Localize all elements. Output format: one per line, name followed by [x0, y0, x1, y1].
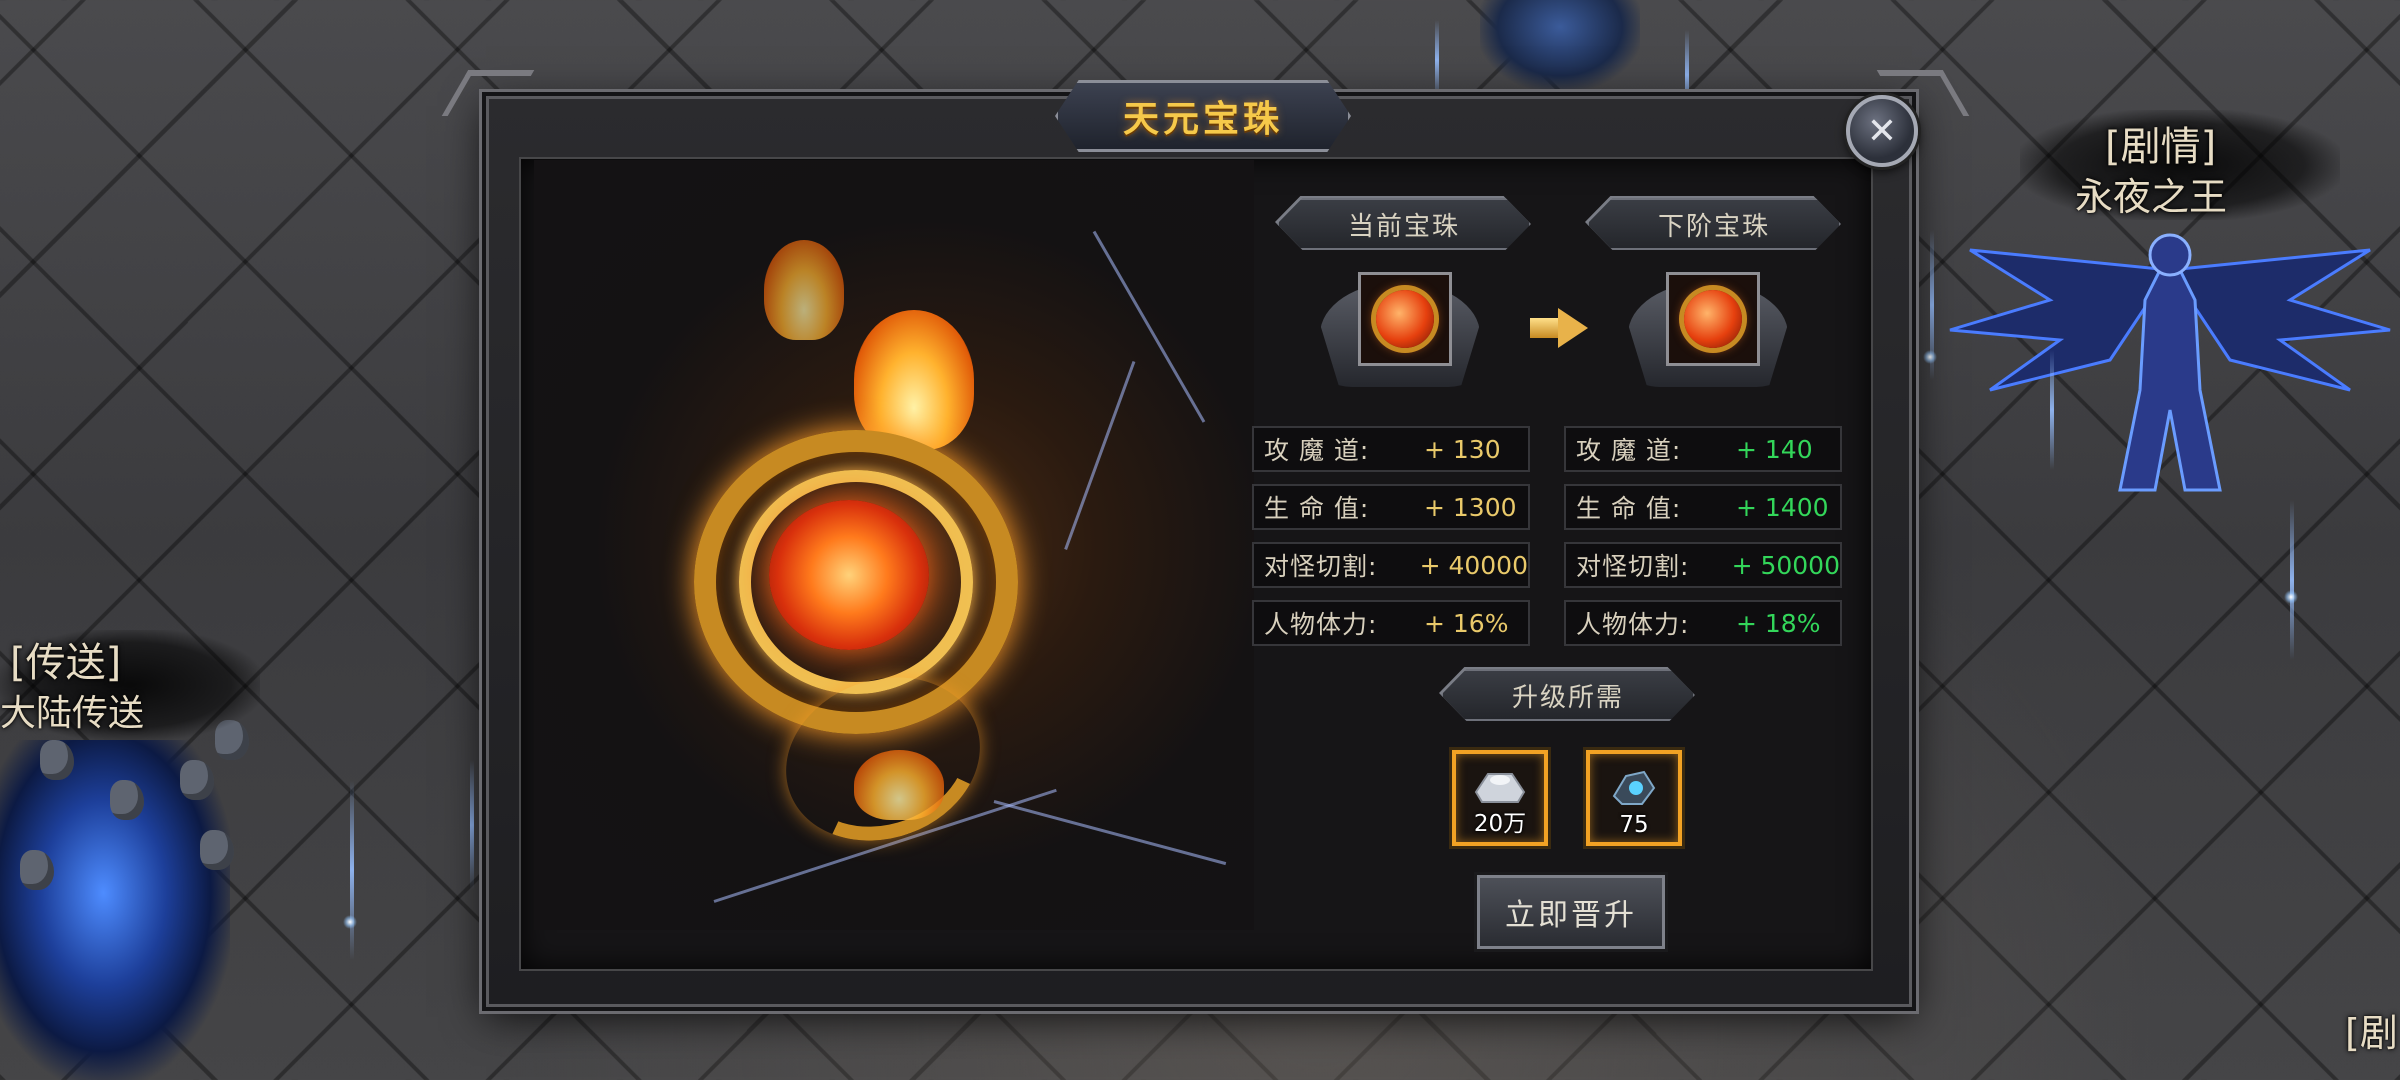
- portal-name[interactable]: 大陆传送: [0, 684, 144, 736]
- blue-crystal-item[interactable]: 75: [1586, 750, 1682, 846]
- stat-label: 人物体力:: [1576, 610, 1690, 639]
- stat-value: + 18%: [1736, 608, 1821, 638]
- tail-flame: [854, 750, 944, 820]
- ember-flame: [764, 240, 844, 340]
- floating-rock: [40, 740, 74, 780]
- floating-rock: [20, 850, 54, 890]
- dragon-orb-icon: [1684, 290, 1742, 348]
- lightning-bolt: [1064, 360, 1136, 550]
- next-stat-row: 对怪切割: + 50000: [1564, 542, 1842, 588]
- light-beam: [2050, 350, 2054, 470]
- lightning-bolt: [1092, 230, 1206, 423]
- floating-rock: [200, 830, 234, 870]
- light-beam: [1435, 20, 1439, 100]
- current-stat-row: 生 命 值: + 1300: [1252, 484, 1530, 530]
- next-orb-header: 下阶宝珠: [1587, 198, 1841, 250]
- orb-artwork: [534, 160, 1254, 930]
- dragon-orb-icon: [1376, 290, 1434, 348]
- stat-label: 生 命 值:: [1576, 494, 1682, 523]
- current-stat-row: 攻 魔 道: + 130: [1252, 426, 1530, 472]
- story-tag: [剧情]: [2105, 124, 2217, 170]
- upgrade-now-button[interactable]: 立即晋升: [1477, 875, 1665, 949]
- stat-value: + 40000: [1419, 550, 1528, 580]
- current-stat-row: 对怪切割: + 40000: [1252, 542, 1530, 588]
- stat-label: 攻 魔 道:: [1264, 436, 1370, 465]
- hero-character: [1480, 0, 1640, 90]
- item-amount: 75: [1619, 812, 1649, 838]
- panel-title-plate: 天元宝珠: [1055, 80, 1351, 152]
- next-stat-row: 人物体力: + 18%: [1564, 600, 1842, 646]
- winged-demon-npc[interactable]: [1930, 190, 2400, 550]
- current-orb-header: 当前宝珠: [1277, 198, 1531, 250]
- arrow-right-icon: [1530, 308, 1590, 348]
- sparkle: [2284, 590, 2298, 604]
- floating-rock: [180, 760, 214, 800]
- stat-value: + 1400: [1736, 492, 1829, 522]
- item-amount: 20万: [1473, 811, 1527, 837]
- silver-ingot-item[interactable]: 20万: [1452, 750, 1548, 846]
- corner-tag: [剧: [2345, 1011, 2398, 1055]
- slot-frame: [1666, 272, 1760, 366]
- light-beam: [470, 760, 474, 890]
- next-stat-row: 攻 魔 道: + 140: [1564, 426, 1842, 472]
- next-stat-row: 生 命 值: + 1400: [1564, 484, 1842, 530]
- sparkle: [1923, 350, 1937, 364]
- current-orb-slot[interactable]: [1320, 262, 1480, 392]
- fire-orb: [769, 500, 929, 650]
- panel-title: 天元宝珠: [1122, 98, 1283, 140]
- stat-value: + 1300: [1424, 492, 1517, 522]
- stat-value: + 50000: [1731, 550, 1840, 580]
- slot-frame: [1358, 272, 1452, 366]
- stat-value: + 140: [1736, 434, 1813, 464]
- stat-label: 人物体力:: [1264, 610, 1378, 639]
- blue-crystal-icon: [1612, 770, 1656, 805]
- lightning-bolt: [993, 800, 1227, 866]
- light-beam: [2290, 500, 2294, 660]
- portal-tag: [传送]: [10, 640, 122, 686]
- stat-label: 对怪切割:: [1576, 552, 1690, 581]
- stat-value: + 16%: [1424, 608, 1509, 638]
- dragon-head-flame: [854, 310, 974, 450]
- sparkle: [343, 915, 357, 929]
- upgrade-requirements-header: 升级所需: [1441, 669, 1695, 721]
- stat-value: + 130: [1424, 434, 1501, 464]
- stat-label: 对怪切割:: [1264, 552, 1378, 581]
- close-button[interactable]: ✕: [1846, 95, 1918, 167]
- light-beam: [350, 780, 354, 960]
- current-stat-row: 人物体力: + 16%: [1252, 600, 1530, 646]
- stat-label: 生 命 值:: [1264, 494, 1370, 523]
- close-icon: ✕: [1866, 110, 1898, 152]
- floating-rock: [110, 780, 144, 820]
- next-orb-slot[interactable]: [1628, 262, 1788, 392]
- stat-label: 攻 魔 道:: [1576, 436, 1682, 465]
